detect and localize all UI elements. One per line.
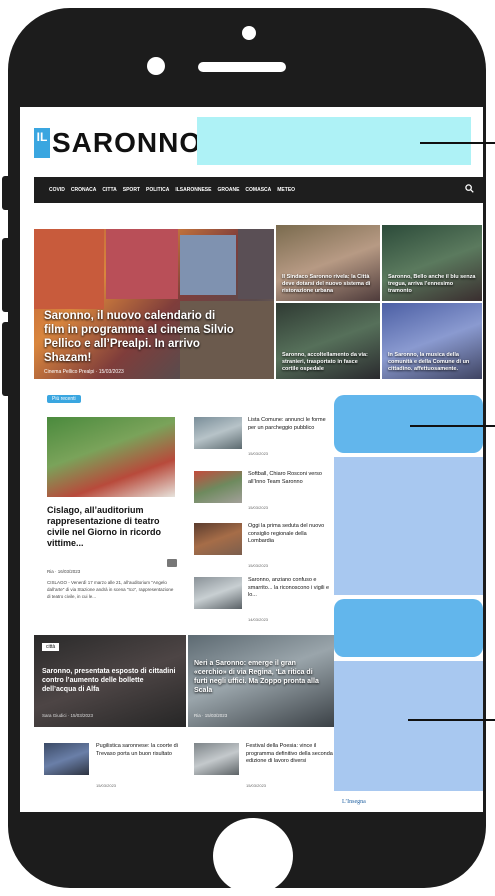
hero-image-poster — [34, 229, 104, 309]
nav-item-politica[interactable]: POLITICA — [146, 187, 169, 193]
list-title: Softball, Chiaro Rosconi verso all’Inno … — [248, 471, 322, 485]
logo-wordmark: SARONNO — [52, 127, 203, 158]
hero-image-collage — [106, 229, 178, 299]
list-thumb — [194, 577, 242, 609]
list-title: Pugilistica saronnese: la coorte di Trev… — [96, 743, 178, 757]
tile-title: Il Sindaco Saronno rivela: la Città deve… — [282, 274, 371, 294]
list-title: Oggi la prima seduta del nuovo consiglio… — [248, 523, 325, 544]
callout-line-bottom — [408, 719, 495, 721]
tile-story-3[interactable]: Saronno, accoltellamento da via: stranie… — [276, 303, 380, 379]
hero-meta: Cinema Pellico Prealpi · 15/03/2023 — [44, 369, 124, 375]
list-thumb — [194, 743, 239, 775]
dark-story-1[interactable]: città Saronno, presentata esposto di cit… — [34, 635, 186, 727]
dark-story-tag: città — [42, 643, 60, 651]
main-navigation: COVID CRONACA CITTA SPORT POLITICA ILSAR… — [34, 177, 483, 203]
sidebar-footer-label: L’Insegna — [342, 799, 366, 805]
nav-item-cronaca[interactable]: CRONACA — [71, 187, 97, 193]
dark-story-meta: Sara Giudici · 15/03/2023 — [42, 713, 94, 718]
nav-item-groane[interactable]: GROANE — [217, 187, 239, 193]
phone-camera — [147, 57, 165, 75]
list-thumb — [194, 471, 242, 503]
dark-story-title: Neri a Saronno: emerge il gran «cerchio»… — [194, 660, 319, 694]
nav-items: COVID CRONACA CITTA SPORT POLITICA ILSAR… — [49, 187, 295, 193]
nav-item-comasca[interactable]: COMASCA — [245, 187, 271, 193]
main-story-title[interactable]: Cislago, all’auditorium rappresentazione… — [47, 505, 177, 549]
sidebar-ad-2[interactable] — [334, 457, 483, 595]
hero-image-poster-2 — [180, 235, 236, 295]
sidebar-ad-4[interactable] — [334, 661, 483, 791]
list-date: 15/03/2023 — [248, 505, 269, 510]
main-story-excerpt: CISLAGO - Venerdì 17 marzo alle 21, all’… — [47, 580, 174, 599]
hero-story[interactable]: Saronno, il nuovo calendario di film in … — [34, 229, 274, 379]
list-thumb — [194, 523, 242, 555]
tile-title: Saronno, accoltellamento da via: stranie… — [282, 352, 368, 372]
list-date: 15/03/2023 — [246, 783, 267, 788]
dark-story-title: Saronno, presentata esposto di cittadini… — [42, 668, 176, 693]
tile-title: In Saronno, la musica della comunità e d… — [388, 352, 470, 372]
list-thumb — [194, 417, 242, 449]
callout-line-top — [420, 142, 495, 144]
dark-story-meta: Ria · 15/03/2023 — [194, 713, 228, 718]
nav-item-ilsaronnese[interactable]: ILSARONNESE — [175, 187, 211, 193]
tile-story-4[interactable]: In Saronno, la musica della comunità e d… — [382, 303, 482, 379]
sidebar-ad-1[interactable] — [334, 395, 483, 453]
dark-story-2[interactable]: Neri a Saronno: emerge il gran «cerchio»… — [188, 635, 334, 727]
nav-item-covid[interactable]: COVID — [49, 187, 65, 193]
list-item[interactable]: Pugilistica saronnese: la coorte di Trev… — [44, 743, 194, 788]
comment-icon[interactable] — [167, 559, 177, 567]
nav-item-citta[interactable]: CITTA — [102, 187, 116, 193]
phone-screen: IL SARONNO COVID CRONACA CITTA SPORT POL… — [20, 107, 483, 812]
list-item[interactable]: Softball, Chiaro Rosconi verso all’Inno … — [194, 471, 334, 511]
tile-story-2[interactable]: Saronno, Bello anche il blu senza tregua… — [382, 225, 482, 301]
hero-title[interactable]: Saronno, il nuovo calendario di film in … — [44, 309, 234, 365]
list-item[interactable]: Festival della Poesia: vince il programm… — [194, 743, 344, 788]
list-date: 15/03/2023 — [96, 783, 117, 788]
list-title: Lista Comune: annunci le forme per un pa… — [248, 417, 326, 431]
main-story-image[interactable] — [47, 417, 175, 497]
list-thumb — [44, 743, 89, 775]
phone-front-sensor — [242, 26, 256, 40]
list-date: 15/03/2023 — [248, 451, 269, 456]
section-badge[interactable]: Più recenti — [47, 395, 81, 403]
tile-title: Saronno, Bello anche il blu senza tregua… — [388, 274, 476, 294]
hero-image-poster-3 — [238, 229, 274, 299]
search-icon[interactable] — [465, 184, 474, 193]
callout-line-middle — [410, 425, 495, 427]
list-title: Festival della Poesia: vince il programm… — [246, 743, 333, 764]
list-item[interactable]: Oggi la prima seduta del nuovo consiglio… — [194, 523, 334, 568]
nav-item-sport[interactable]: SPORT — [123, 187, 140, 193]
nav-item-meteo[interactable]: METEO — [277, 187, 295, 193]
sidebar-ad-3[interactable] — [334, 599, 483, 657]
logo-il-badge: IL — [34, 128, 50, 158]
list-date: 14/03/2023 — [248, 617, 269, 622]
list-date: 15/03/2023 — [248, 563, 269, 568]
phone-home-button[interactable] — [213, 818, 293, 894]
list-item[interactable]: Saronno, anziano confuso e smarrito... l… — [194, 577, 334, 622]
tile-story-1[interactable]: Il Sindaco Saronno rivela: la Città deve… — [276, 225, 380, 301]
list-title: Saronno, anziano confuso e smarrito... l… — [248, 577, 330, 598]
site-logo[interactable]: IL SARONNO — [34, 123, 202, 163]
main-story-meta: Ria · 16/03/2023 — [47, 569, 81, 574]
top-banner-ad[interactable] — [197, 117, 471, 165]
phone-speaker — [198, 62, 286, 72]
list-item[interactable]: Lista Comune: annunci le forme per un pa… — [194, 417, 334, 457]
